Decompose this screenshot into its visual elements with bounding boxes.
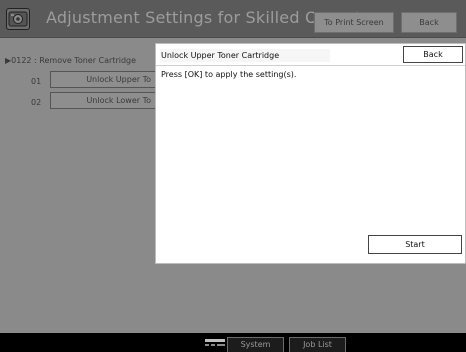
- setting-number: 01: [31, 77, 42, 86]
- confirm-dialog: Unlock Upper Toner Cartridge Back Press …: [155, 43, 466, 264]
- job-list-button[interactable]: Job List: [289, 337, 346, 352]
- divider: [156, 65, 465, 66]
- dialog-message: Press [OK] to apply the setting(s).: [161, 70, 297, 79]
- setting-item-header: ▶0122 : Remove Toner Cartridge: [5, 56, 137, 65]
- back-button[interactable]: Back: [401, 12, 457, 33]
- dialog-title: Unlock Upper Toner Cartridge: [160, 49, 330, 62]
- setting-number: 02: [31, 98, 42, 107]
- title-bar: Adjustment Settings for Skilled Operator…: [0, 0, 466, 38]
- system-status-button[interactable]: System Status: [227, 337, 284, 352]
- print-screen-button[interactable]: To Print Screen: [314, 12, 394, 33]
- status-indicator-icon: [203, 338, 227, 350]
- screen: Adjustment Settings for Skilled Operator…: [0, 0, 466, 352]
- start-button[interactable]: Start: [368, 235, 462, 254]
- copier-settings-icon: [6, 8, 30, 30]
- dialog-back-button[interactable]: Back: [403, 46, 463, 63]
